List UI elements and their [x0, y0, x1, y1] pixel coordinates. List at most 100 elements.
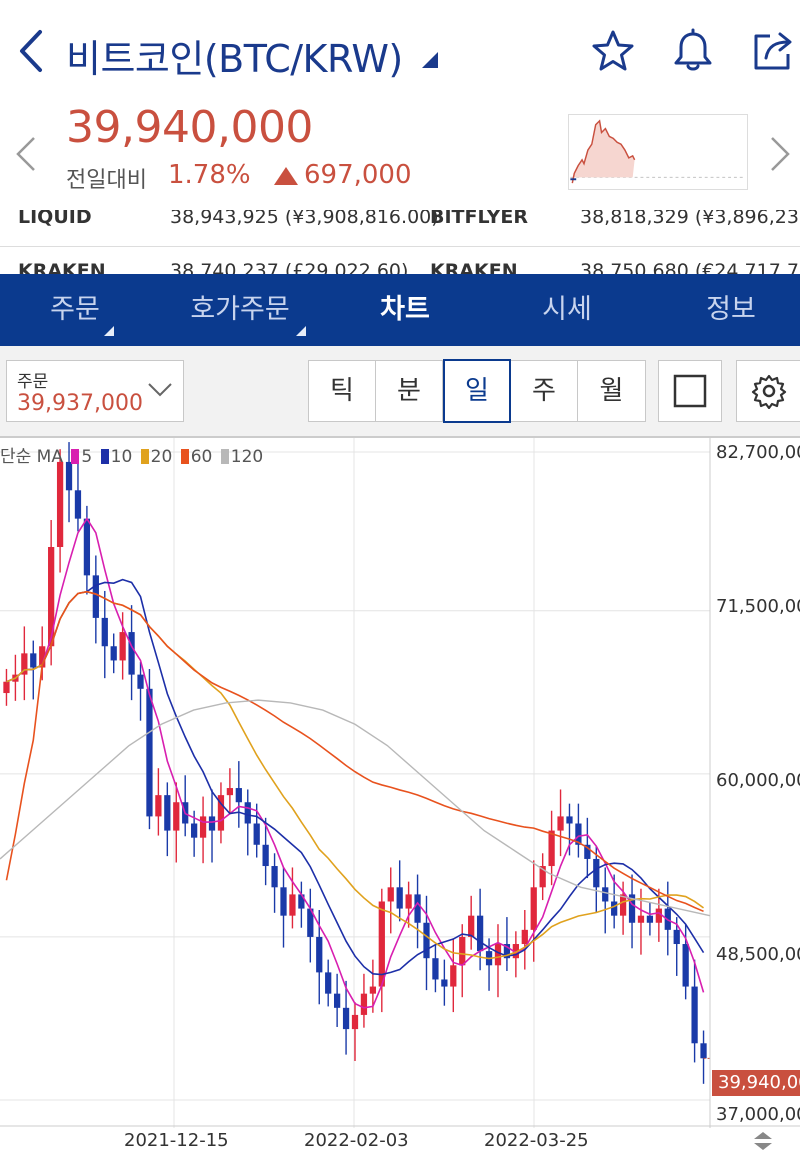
share-icon[interactable]	[750, 28, 796, 74]
candle-body	[137, 674, 144, 689]
candle-body	[414, 894, 421, 923]
tab-quote-order[interactable]: 호가주문	[170, 274, 310, 346]
candle-body	[235, 788, 242, 803]
candle-body	[164, 795, 171, 831]
period-minute[interactable]: 분	[376, 361, 443, 421]
candle-body	[566, 816, 573, 824]
back-icon[interactable]	[14, 28, 50, 74]
price-panel: 39,940,000 전일대비 1.78% 697,000	[0, 100, 800, 210]
candle-body	[673, 929, 680, 945]
candle-body	[530, 887, 537, 930]
candle-body	[92, 575, 99, 618]
candle-body	[289, 894, 296, 916]
candle-body	[637, 915, 645, 923]
tab-info[interactable]: 정보	[676, 274, 786, 346]
candle-body	[423, 922, 430, 959]
candle-body	[244, 802, 251, 824]
y-axis-label: 60,000,00	[716, 770, 800, 791]
candle-body	[262, 844, 269, 867]
page-title[interactable]: 비트코인(BTC/KRW)	[66, 28, 403, 83]
candle-body	[253, 823, 260, 845]
candle-body	[405, 894, 412, 909]
candle-body	[691, 986, 698, 1044]
candle-body	[700, 1043, 707, 1059]
candle-body	[468, 915, 475, 937]
current-price-badge: 39,940,00	[712, 1070, 800, 1096]
candle-body	[316, 936, 323, 973]
legend-item: 120	[230, 447, 264, 467]
candle-body	[74, 490, 82, 519]
next-arrow-icon[interactable]	[768, 136, 792, 172]
exchange-name: KRAKEN	[430, 260, 518, 274]
divider	[0, 246, 800, 247]
legend-swatch	[71, 449, 80, 464]
period-week[interactable]: 주	[511, 361, 578, 421]
legend-prefix: 단순 MA	[0, 447, 63, 467]
current-price: 39,940,000	[66, 102, 313, 153]
candle-body	[432, 958, 439, 980]
exchange-name: BITFLYER	[430, 210, 529, 228]
period-day[interactable]: 일	[443, 359, 511, 423]
period-tick[interactable]: 틱	[309, 361, 376, 421]
square-icon	[673, 374, 707, 408]
candle-body	[155, 795, 162, 817]
candle-body	[119, 632, 126, 661]
fullscreen-button[interactable]	[658, 360, 722, 422]
candle-body	[593, 858, 600, 888]
candle-body	[459, 936, 466, 966]
tab-market-price[interactable]: 시세	[512, 274, 622, 346]
app-header: 비트코인(BTC/KRW)	[0, 0, 800, 100]
scroll-handle-icon[interactable]	[750, 1128, 776, 1154]
candle-body	[387, 887, 394, 902]
candle-body	[56, 461, 64, 548]
order-value: 39,937,000	[17, 391, 143, 416]
period-month[interactable]: 월	[578, 361, 645, 421]
y-axis-label: 82,700,00	[716, 442, 800, 463]
tab-menu-indicator-icon	[296, 326, 306, 336]
candle-body	[173, 802, 180, 831]
exchange-name: LIQUID	[18, 210, 92, 228]
exchange-value: 38,740,237 (£29,022.60)	[170, 260, 409, 274]
candle-body	[557, 816, 564, 831]
ma5-line	[6, 517, 705, 1009]
legend-swatch	[220, 449, 229, 464]
legend-item: 10	[110, 447, 133, 467]
candle-body	[191, 823, 198, 838]
candlestick-chart-svg[interactable]	[0, 438, 800, 1161]
exchange-name: KRAKEN	[18, 260, 106, 274]
ma-legend: 단순 MA 5 10 20 60 120	[0, 442, 263, 467]
exchange-row: LIQUID 38,943,925 (¥3,908,816.00) BITFLY…	[0, 210, 800, 238]
title-dropdown-icon[interactable]	[420, 50, 438, 68]
candle-body	[208, 816, 216, 831]
prev-arrow-icon[interactable]	[14, 136, 38, 172]
period-selector: 틱 분 일 주 월	[308, 359, 646, 423]
gear-icon	[751, 374, 787, 409]
bell-icon[interactable]	[670, 28, 716, 74]
price-chart[interactable]: 단순 MA 5 10 20 60 120 82,700,00 71,500,00…	[0, 438, 800, 1161]
change-percent: 1.78%	[168, 160, 251, 190]
candle-body	[271, 866, 278, 888]
exchange-value: 38,818,329 (¥3,896,230.00)	[580, 210, 800, 228]
y-axis-label: 48,500,00	[716, 944, 800, 965]
star-icon[interactable]	[590, 28, 636, 74]
chart-controls: 주문 39,937,000 틱 분 일 주 월	[0, 346, 800, 438]
tab-chart[interactable]: 차트	[350, 274, 460, 346]
x-axis-label: 2021-12-15	[124, 1130, 229, 1151]
candle-body	[333, 993, 341, 1008]
candle-body	[199, 816, 207, 838]
exchange-price-strip: LIQUID 38,943,925 (¥3,908,816.00) BITFLY…	[0, 210, 800, 274]
up-triangle-icon	[274, 167, 298, 185]
candle-body	[128, 632, 135, 675]
tab-menu-indicator-icon	[104, 326, 114, 336]
x-axis-label: 2022-03-25	[484, 1130, 589, 1151]
mini-sparkline-chart[interactable]	[568, 114, 748, 190]
candle-body	[611, 901, 618, 916]
candle-body	[602, 887, 609, 902]
exchange-value: 38,750,680 (€24,717.70)	[580, 260, 800, 274]
order-dropdown[interactable]: 주문 39,937,000	[6, 360, 184, 422]
candle-body	[369, 986, 377, 994]
legend-item: 5	[81, 447, 93, 467]
compare-label: 전일대비	[66, 168, 147, 193]
exchange-value: 38,943,925 (¥3,908,816.00)	[170, 210, 439, 228]
settings-button[interactable]	[736, 360, 800, 422]
